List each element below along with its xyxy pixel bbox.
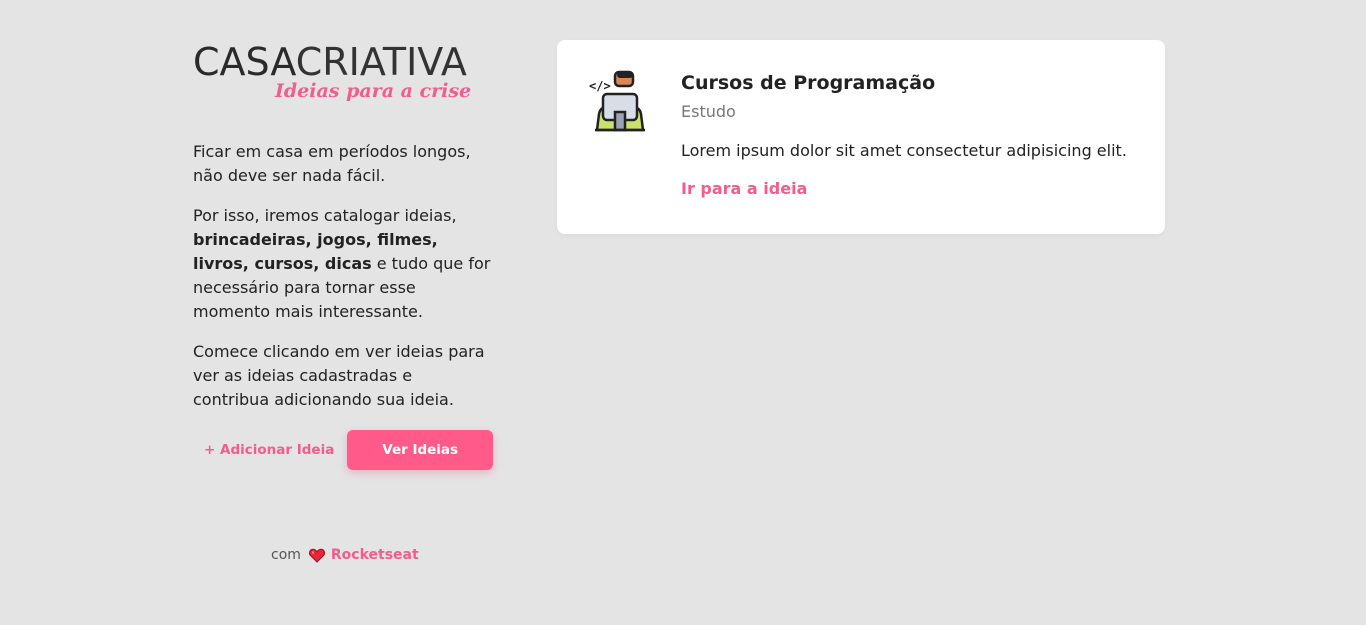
idea-title: Cursos de Programação bbox=[681, 72, 936, 94]
heart-icon bbox=[308, 548, 325, 563]
logo[interactable]: CASACRIATIVA Ideias para a crise bbox=[193, 40, 493, 106]
idea-card: </> Cursos de Programação Estudo Lorem i… bbox=[557, 40, 1165, 234]
intro-text: Ficar em casa em períodos longos, não de… bbox=[193, 140, 493, 412]
idea-link[interactable]: Ir para a ideia bbox=[681, 178, 807, 200]
logo-wordmark: CASACRIATIVA bbox=[193, 40, 493, 84]
idea-category: Estudo bbox=[681, 102, 736, 121]
idea-description: Lorem ipsum dolor sit amet consectetur a… bbox=[681, 141, 1127, 160]
logo-part-casa: CASA bbox=[193, 40, 296, 84]
footer-brand-link[interactable]: Rocketseat bbox=[331, 547, 419, 563]
svg-text:</>: </> bbox=[589, 79, 611, 93]
view-ideas-button[interactable]: Ver Ideias bbox=[347, 430, 493, 470]
logo-tagline: Ideias para a crise bbox=[275, 80, 472, 102]
intro-paragraph-2: Por isso, iremos catalogar ideias, brinc… bbox=[193, 204, 493, 324]
logo-part-criativa: CRIATIVA bbox=[295, 40, 467, 84]
add-idea-button[interactable]: + Adicionar Ideia bbox=[193, 430, 345, 470]
footer: com Rocketseat bbox=[271, 547, 419, 563]
footer-prefix: com bbox=[271, 547, 301, 563]
intro-paragraph-1: Ficar em casa em períodos longos, não de… bbox=[193, 142, 471, 185]
intro-paragraph-3: Comece clicando em ver ideias para ver a… bbox=[193, 342, 485, 409]
idea-card-body: Cursos de Programação Estudo Lorem ipsum… bbox=[681, 70, 1151, 200]
intro-p2-start: Por isso, iremos catalogar ideias, bbox=[193, 206, 457, 225]
programmer-laptop-icon: </> bbox=[587, 70, 651, 134]
sidebar: CASACRIATIVA Ideias para a crise Ficar e… bbox=[193, 40, 493, 470]
actions: + Adicionar Ideia Ver Ideias bbox=[193, 430, 493, 470]
